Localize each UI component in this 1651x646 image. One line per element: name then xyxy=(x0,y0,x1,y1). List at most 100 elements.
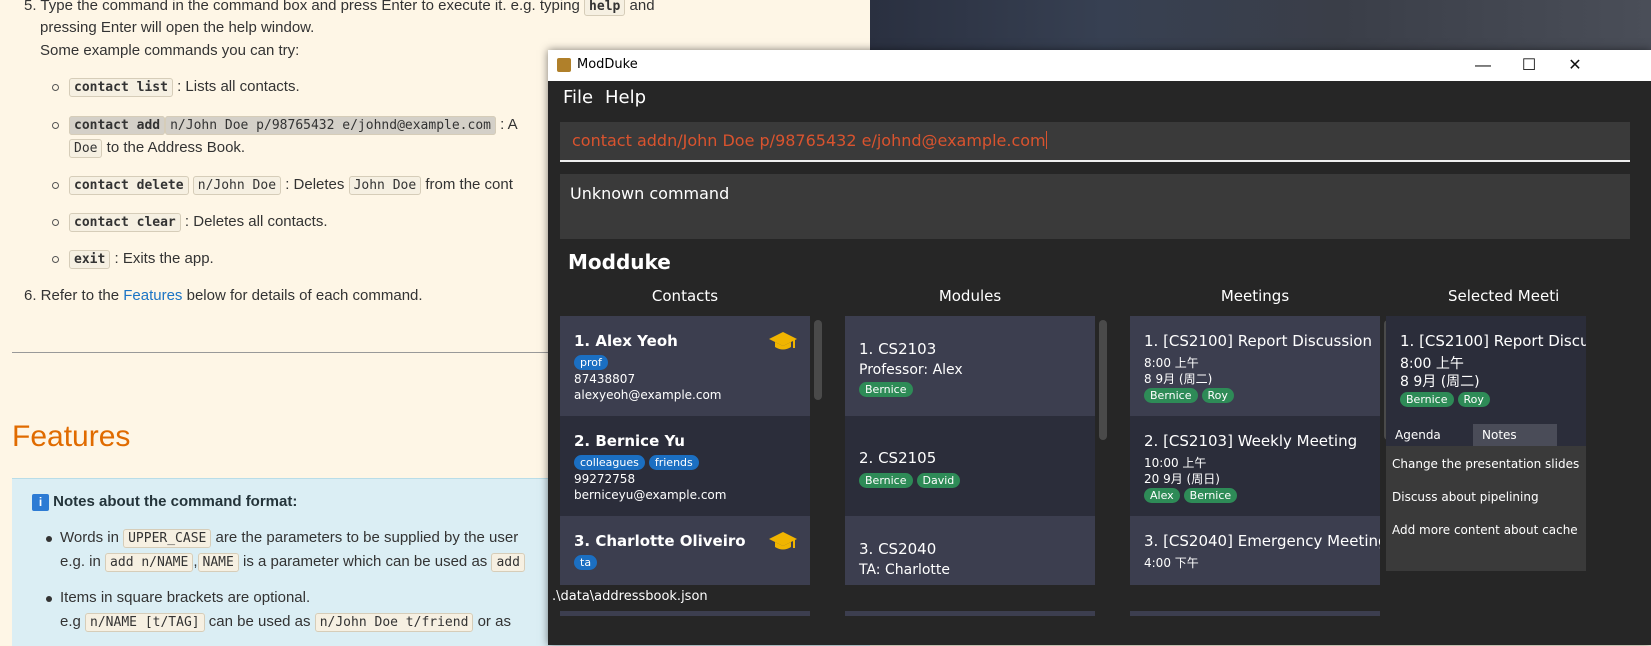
meeting-date: 20 9月 (周日) xyxy=(1144,472,1220,486)
result-text: Unknown command xyxy=(570,184,730,203)
contact-email: alexyeoh@example.com xyxy=(574,388,722,402)
title-bar[interactable]: ModDuke — ☐ ✕ xyxy=(548,50,1651,81)
example-add-wrap: Doe to the Address Book. xyxy=(69,139,245,158)
selected-meeting-title: Selected Meeti xyxy=(1448,287,1560,305)
module-card[interactable]: 1. CS2103 Professor: Alex Bernice xyxy=(845,316,1095,416)
tag: Roy xyxy=(1201,388,1234,403)
contacts-scrollbar[interactable] xyxy=(814,320,822,400)
menu-help[interactable]: Help xyxy=(605,87,646,108)
meeting-name: 3. [CS2040] Emergency Meeting xyxy=(1144,532,1380,550)
agenda-list: Change the presentation slides Discuss a… xyxy=(1386,446,1586,571)
menu-bar: File Help xyxy=(548,81,1651,115)
selected-meeting-time: 8:00 上午 xyxy=(1400,356,1464,372)
command-box[interactable]: contact addn/John Doe p/98765432 e/johnd… xyxy=(560,122,1630,162)
note1-line2: e.g. in add n/NAME, NAME is a parameter w… xyxy=(60,553,525,572)
agenda-notes-tabs: Agenda Notes xyxy=(1386,424,1586,446)
agenda-item[interactable]: Add more content about cache xyxy=(1392,523,1578,537)
notes-title-row: i Notes about the command format: xyxy=(32,493,297,511)
modules-title: Modules xyxy=(938,287,1002,305)
contact-tags: ta xyxy=(574,553,601,571)
bullet-icon xyxy=(52,182,59,189)
features-link[interactable]: Features xyxy=(123,287,182,304)
bullet-icon xyxy=(46,536,52,542)
close-button[interactable]: ✕ xyxy=(1552,50,1598,81)
module-tags: Bernice David xyxy=(859,471,964,489)
window-title: ModDuke xyxy=(577,57,638,72)
example-clear: contact clear : Deletes all contacts. xyxy=(69,213,328,232)
example-add: contact add n/John Doe p/98765432 e/johnd… xyxy=(69,116,518,135)
status-bar: .\data\addressbook.json xyxy=(548,585,1651,611)
contact-email: berniceyu@example.com xyxy=(574,488,727,502)
meeting-tags: Alex Bernice xyxy=(1144,486,1241,504)
contact-card[interactable]: 2. Bernice Yu colleagues friends 99272758… xyxy=(560,416,810,516)
contact-tags: colleagues friends xyxy=(574,453,703,471)
step5-line3: Some example commands you can try: xyxy=(40,42,300,59)
meetings-title: Meetings xyxy=(1220,287,1290,305)
tag: Bernice xyxy=(859,382,913,397)
modules-scrollbar[interactable] xyxy=(1099,320,1107,440)
graduation-cap-icon xyxy=(769,332,797,350)
app-heading: Modduke xyxy=(568,250,671,274)
meeting-card[interactable]: 2. [CS2103] Weekly Meeting 10:00 上午 20 9… xyxy=(1130,416,1380,516)
contact-phone: 99272758 xyxy=(574,472,636,486)
contact-name: 3. Charlotte Oliveiro xyxy=(574,532,746,550)
module-professor: Professor: Alex xyxy=(859,362,963,378)
contact-name: 2. Bernice Yu xyxy=(574,432,685,450)
step5-line2: pressing Enter will open the help window… xyxy=(40,19,315,36)
graduation-cap-icon xyxy=(769,532,797,550)
note2-line2: e.g n/NAME [t/TAG] can be used as n/John… xyxy=(60,613,511,632)
tab-notes[interactable]: Notes xyxy=(1473,424,1557,446)
tag: friends xyxy=(648,455,699,470)
meeting-date: 8 9月 (周二) xyxy=(1144,372,1213,386)
module-name: 2. CS2105 xyxy=(859,449,937,467)
result-display: Unknown command xyxy=(560,174,1630,239)
tab-agenda[interactable]: Agenda xyxy=(1386,424,1473,446)
agenda-item[interactable]: Discuss about pipelining xyxy=(1392,490,1539,504)
step6-line: 6. Refer to the Features below for detai… xyxy=(24,287,423,304)
note2-line1: Items in square brackets are optional. xyxy=(60,589,311,606)
modduke-window: ModDuke — ☐ ✕ File Help contact addn/Joh… xyxy=(548,50,1651,645)
maximize-button[interactable]: ☐ xyxy=(1506,50,1552,81)
features-heading: Features xyxy=(12,420,131,453)
storage-path: .\data\addressbook.json xyxy=(552,589,708,604)
tag: Bernice xyxy=(1400,392,1454,407)
agenda-item[interactable]: Change the presentation slides xyxy=(1392,457,1579,471)
bullet-icon xyxy=(52,219,59,226)
tag: Bernice xyxy=(859,473,913,488)
menu-file[interactable]: File xyxy=(563,87,593,108)
contact-name: 1. Alex Yeoh xyxy=(574,332,678,350)
example-delete: contact delete n/John Doe : Deletes John… xyxy=(69,176,513,195)
example-list: contact list : Lists all contacts. xyxy=(69,78,300,97)
tag: David xyxy=(916,473,961,488)
meeting-card[interactable]: 1. [CS2100] Report Discussion 8:00 上午 8 … xyxy=(1130,316,1380,416)
selected-meeting-tags: Bernice Roy xyxy=(1400,390,1494,408)
info-icon: i xyxy=(32,494,49,511)
app-icon xyxy=(557,58,571,72)
note1-line1: Words in UPPER_CASE are the parameters t… xyxy=(60,529,519,548)
module-name: 3. CS2040 xyxy=(859,540,937,558)
tag: Bernice xyxy=(1183,488,1238,503)
example-exit: exit : Exits the app. xyxy=(69,250,214,269)
meeting-time: 10:00 上午 xyxy=(1144,456,1207,470)
selected-meeting-name: 1. [CS2100] Report Discus xyxy=(1400,332,1586,350)
selected-meeting-date: 8 9月 (周二) xyxy=(1400,374,1480,390)
meeting-time: 8:00 上午 xyxy=(1144,356,1199,370)
step5-line1: 5. Type the command in the command box a… xyxy=(24,0,655,16)
module-card[interactable]: 2. CS2105 Bernice David xyxy=(845,416,1095,516)
help-code: help xyxy=(584,0,626,16)
module-ta: TA: Charlotte xyxy=(859,562,950,578)
meeting-name: 2. [CS2103] Weekly Meeting xyxy=(1144,432,1358,450)
tag: Roy xyxy=(1457,392,1490,407)
contact-card[interactable]: 1. Alex Yeoh prof 87438807 alexyeoh@exam… xyxy=(560,316,810,416)
meeting-tags: Bernice Roy xyxy=(1144,386,1238,404)
meeting-time: 4:00 下午 xyxy=(1144,556,1199,570)
bullet-icon xyxy=(52,84,59,91)
command-input[interactable]: contact addn/John Doe p/98765432 e/johnd… xyxy=(572,131,1047,150)
bullet-icon xyxy=(52,122,59,129)
bullet-icon xyxy=(52,256,59,263)
contact-tags: prof xyxy=(574,353,612,371)
contact-phone: 87438807 xyxy=(574,372,636,386)
minimize-button[interactable]: — xyxy=(1460,50,1506,81)
tag: ta xyxy=(574,555,598,570)
tag: Alex xyxy=(1144,488,1180,503)
